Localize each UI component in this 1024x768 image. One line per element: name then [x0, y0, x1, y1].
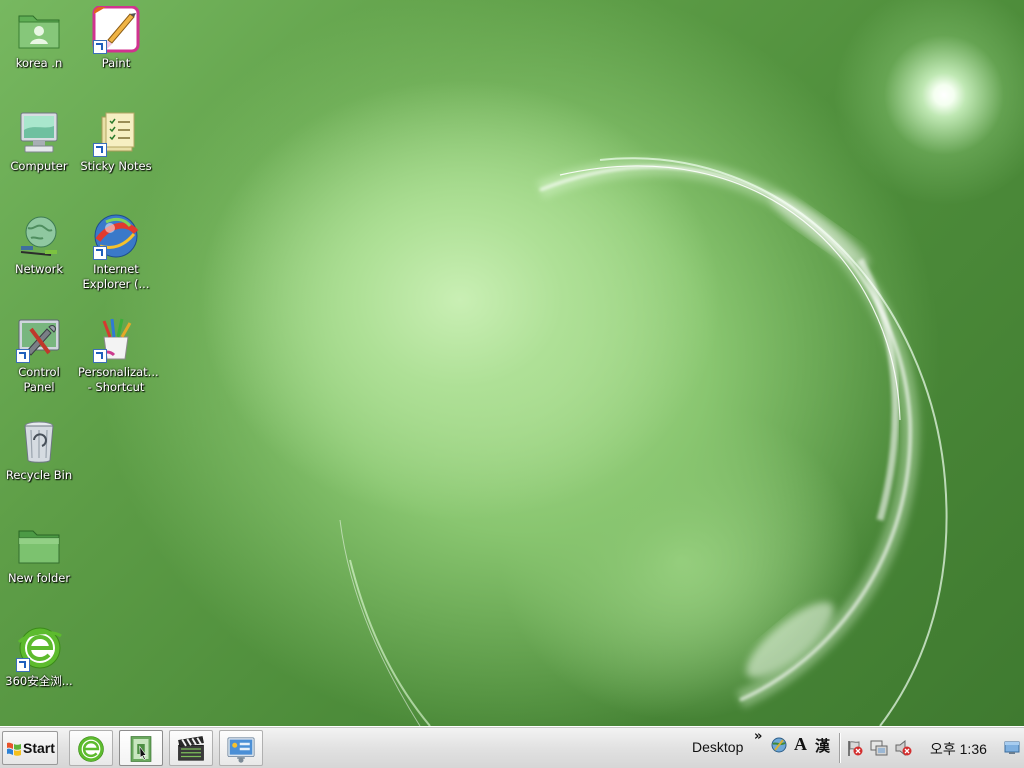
360-browser-icon [15, 624, 63, 672]
action-center-flag-icon[interactable] [846, 739, 864, 757]
hanja-indicator[interactable]: 漢 [815, 735, 830, 756]
desktop-icon-computer[interactable]: Computer [0, 109, 78, 174]
personalization-icon [92, 315, 140, 363]
control-panel-icon [227, 737, 255, 763]
desktop[interactable]: korea .n Computer Network Control Panel … [0, 0, 1024, 726]
desktop-icon-korea-n[interactable]: korea .n [0, 6, 78, 71]
desktop-icon-personalization[interactable]: Personalizat... - Shortcut [77, 315, 159, 395]
shortcut-arrow-icon [93, 40, 107, 54]
control-panel-icon [15, 315, 63, 363]
desktop-icon-label: Personalizat... - Shortcut [78, 365, 159, 394]
computer-icon [15, 109, 63, 157]
internet-explorer-icon [92, 212, 140, 260]
desktop-icon-new-folder[interactable]: New folder [0, 521, 78, 586]
clapperboard-icon [178, 736, 204, 761]
desktop-icon-label: Recycle Bin [5, 468, 73, 482]
clock[interactable]: 오후 1:36 [930, 739, 987, 759]
user-folder-icon [15, 6, 63, 54]
file-manager-icon [130, 736, 152, 762]
desktop-icon-label: Paint [101, 56, 131, 70]
taskbar-button-control-panel[interactable] [219, 730, 263, 766]
start-button[interactable]: Start [2, 731, 58, 765]
input-mode-indicator[interactable]: A [794, 734, 807, 755]
shortcut-arrow-icon [93, 246, 107, 260]
desktop-icon-label: Computer [10, 159, 68, 173]
desktop-icon-sticky-notes[interactable]: Sticky Notes [77, 109, 155, 174]
desktop-icon-label: 360安全浏... [5, 674, 73, 688]
volume-muted-icon[interactable] [894, 739, 912, 757]
taskbar-button-video-player[interactable] [169, 730, 213, 766]
desktop-icon-internet-explorer[interactable]: Internet Explorer (... [77, 212, 155, 292]
shortcut-arrow-icon [93, 349, 107, 363]
taskbar-button-360-browser[interactable] [69, 730, 113, 766]
desktop-icon-control-panel[interactable]: Control Panel [0, 315, 78, 395]
windows-logo-icon [7, 742, 21, 756]
desktop-icon-label: korea .n [15, 56, 63, 70]
paint-icon [92, 6, 140, 54]
desktop-toolbar-label[interactable]: Desktop [692, 739, 743, 755]
desktop-icon-network[interactable]: Network [0, 212, 78, 277]
desktop-icon-360-browser[interactable]: 360安全浏... [0, 624, 78, 689]
desktop-icon-label: Internet Explorer (... [82, 262, 150, 291]
show-desktop-icon[interactable] [1004, 741, 1020, 755]
taskbar-button-file-manager[interactable] [119, 730, 163, 766]
folder-icon [15, 521, 63, 569]
desktop-icon-label: Sticky Notes [80, 159, 152, 173]
shortcut-arrow-icon [16, 349, 30, 363]
desktop-icon-paint[interactable]: Paint [77, 6, 155, 71]
recycle-bin-icon [15, 418, 63, 466]
start-label: Start [23, 740, 55, 756]
360-browser-icon [78, 736, 104, 762]
toolbar-overflow-chevron[interactable]: » [754, 729, 762, 744]
taskbar: Start Desktop » A 漢 오후 1:36 [0, 726, 1024, 768]
network-icon [15, 212, 63, 260]
desktop-icon-label: Network [14, 262, 64, 276]
desktop-icon-label: New folder [7, 571, 71, 585]
desktop-icon-label: Control Panel [18, 365, 60, 394]
shortcut-arrow-icon [93, 143, 107, 157]
language-bar-icon[interactable] [770, 736, 788, 754]
shortcut-arrow-icon [16, 658, 30, 672]
network-status-icon[interactable] [870, 739, 888, 757]
tray-separator [839, 733, 840, 763]
desktop-icon-recycle-bin[interactable]: Recycle Bin [0, 418, 78, 483]
sticky-notes-icon [92, 109, 140, 157]
